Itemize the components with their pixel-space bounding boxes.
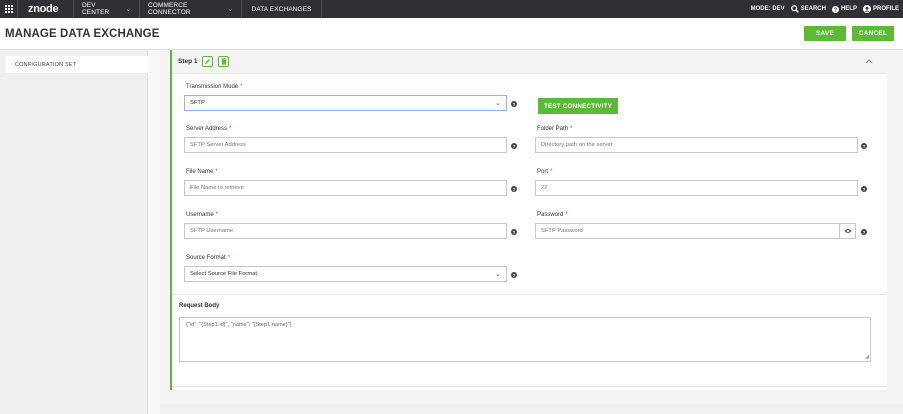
logo[interactable]: znode: [18, 0, 74, 18]
help-icon[interactable]: ?: [511, 272, 517, 278]
transmission-mode-value: SFTP: [190, 100, 205, 106]
section-divider: [172, 294, 887, 295]
folder-path-input[interactable]: [535, 137, 858, 153]
folder-path-label-text: Folder Path: [537, 126, 569, 132]
source-format-label: Source Format *: [186, 255, 230, 261]
help-icon[interactable]: ?: [511, 186, 517, 192]
password-label: Password *: [537, 212, 568, 218]
help-icon[interactable]: ?: [861, 186, 867, 192]
nav-commerce-connector-label: COMMERCE CONNECTOR: [148, 2, 191, 16]
file-name-label-text: File Name: [186, 169, 214, 175]
required-marker: *: [240, 84, 243, 90]
required-marker: *: [227, 255, 231, 261]
password-label-text: Password: [537, 212, 564, 218]
cancel-button[interactable]: CANCEL: [852, 26, 894, 41]
profile-link[interactable]: PROFILE: [862, 5, 899, 13]
required-marker: *: [229, 126, 232, 132]
nav-dev-center[interactable]: DEV CENTER ⌄: [74, 0, 140, 18]
nav-commerce-connector[interactable]: COMMERCE CONNECTOR ⌄: [140, 0, 242, 18]
help-icon[interactable]: ?: [861, 143, 867, 149]
password-input[interactable]: [535, 223, 840, 239]
help-link[interactable]: ? HELP: [831, 5, 857, 13]
port-label: Port *: [537, 169, 552, 175]
server-address-label-text: Server Address: [186, 126, 228, 132]
step-title: Step 1: [178, 58, 198, 65]
transmission-mode-label-text: Transmission Mode: [186, 84, 239, 90]
sidebar: CONFIGURATION SET: [0, 50, 148, 414]
chevron-down-icon: ⌄: [125, 6, 131, 13]
search-link[interactable]: SEARCH: [790, 5, 826, 13]
svg-text:?: ?: [834, 7, 837, 13]
port-input[interactable]: 22: [535, 180, 858, 196]
help-icon[interactable]: ?: [511, 229, 517, 235]
page-title: MANAGE DATA EXCHANGE: [5, 28, 160, 40]
nav-dev-center-label: DEV CENTER: [82, 2, 110, 16]
apps-grid-icon[interactable]: [0, 0, 18, 18]
help-icon[interactable]: ?: [511, 101, 517, 107]
username-label-text: Username: [186, 212, 214, 218]
file-name-label: File Name *: [186, 169, 218, 175]
mode-indicator: MODE: DEV: [750, 6, 785, 12]
resize-handle-icon[interactable]: ◢: [865, 354, 869, 360]
help-icon[interactable]: ?: [511, 143, 517, 149]
required-marker: *: [550, 169, 553, 175]
file-name-input[interactable]: [184, 180, 507, 196]
nav-data-exchanges-label: DATA EXCHANGES: [251, 5, 312, 13]
chevron-down-icon: ⌄: [495, 271, 501, 278]
request-body-value: {"id": "{Step1.id}", "name": "{Step1.nam…: [186, 322, 292, 328]
search-icon: [790, 5, 799, 13]
show-password-button[interactable]: [840, 223, 856, 239]
username-input[interactable]: [184, 223, 507, 239]
top-nav: znode DEV CENTER ⌄ COMMERCE CONNECTOR ⌄ …: [0, 0, 903, 18]
profile-label: PROFILE: [872, 6, 899, 12]
pencil-icon: [205, 59, 210, 64]
trash-icon: [220, 58, 227, 65]
port-value: 22: [541, 185, 548, 191]
required-marker: *: [215, 169, 218, 175]
section-divider: [172, 386, 887, 387]
title-bar: MANAGE DATA EXCHANGE: [0, 18, 903, 50]
sidebar-gutter: [148, 50, 160, 414]
sidebar-item-configuration-set[interactable]: CONFIGURATION SET: [5, 56, 148, 73]
save-button[interactable]: SAVE: [804, 26, 846, 41]
step-panel: Step 1 Transmission Mode * SFTP ⌄ ? TEST …: [170, 50, 887, 390]
delete-step-button[interactable]: [218, 56, 229, 67]
request-body-label: Request Body: [179, 303, 220, 309]
chevron-up-icon[interactable]: [865, 57, 873, 66]
required-marker: *: [215, 212, 219, 218]
help-label: HELP: [840, 6, 857, 12]
help-icon[interactable]: ?: [861, 229, 867, 235]
edit-step-button[interactable]: [202, 56, 213, 67]
help-icon: ?: [831, 5, 839, 13]
transmission-mode-label: Transmission Mode *: [186, 84, 242, 90]
eye-icon: [843, 229, 852, 233]
required-marker: *: [565, 212, 568, 218]
username-label: Username *: [186, 212, 218, 218]
nav-data-exchanges[interactable]: DATA EXCHANGES: [242, 0, 322, 18]
user-icon: [862, 5, 871, 13]
chevron-down-icon: ⌄: [495, 100, 501, 107]
source-format-label-text: Source Format: [186, 255, 226, 261]
port-label-text: Port: [537, 169, 549, 175]
source-format-select[interactable]: Select Source File Format ⌄: [184, 266, 507, 282]
step-header[interactable]: Step 1: [172, 50, 887, 74]
step-body: Transmission Mode * SFTP ⌄ ? TEST CONNECT…: [172, 74, 887, 390]
server-address-input[interactable]: [184, 137, 507, 153]
required-marker: *: [570, 126, 573, 132]
footer-strip: [160, 404, 903, 414]
folder-path-label: Folder Path *: [537, 126, 572, 132]
server-address-label: Server Address *: [186, 126, 231, 132]
chevron-down-icon: ⌄: [227, 6, 233, 13]
nav-utilities: MODE: DEV SEARCH ? HELP PROFILE: [751, 0, 903, 18]
source-format-value: Select Source File Format: [190, 271, 258, 277]
test-connectivity-button[interactable]: TEST CONNECTIVITY: [538, 98, 618, 114]
transmission-mode-select[interactable]: SFTP ⌄: [184, 95, 507, 111]
search-label: SEARCH: [800, 6, 826, 12]
request-body-textarea[interactable]: {"id": "{Step1.id}", "name": "{Step1.nam…: [179, 317, 871, 362]
